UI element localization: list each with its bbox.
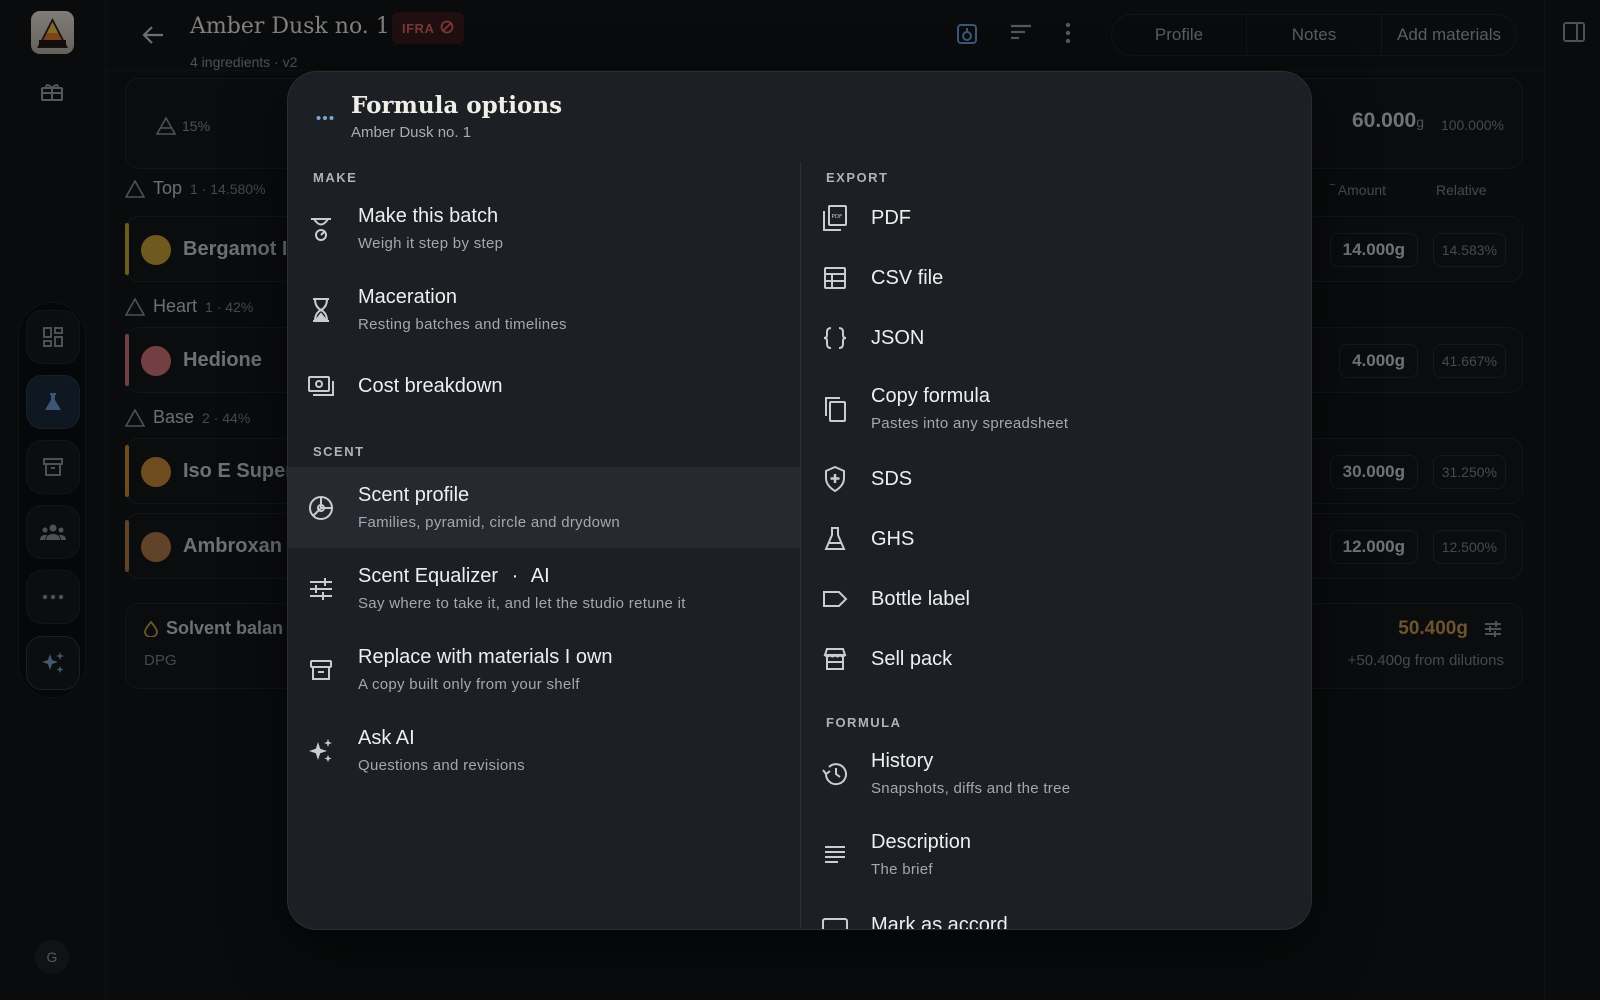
option-label: Ask AI (358, 727, 415, 749)
group-export-heading: EXPORT (826, 170, 889, 185)
export-ghs-option[interactable]: GHS (801, 509, 1311, 569)
maceration-option[interactable]: Maceration Resting batches and timelines (288, 269, 800, 350)
option-label: Replace with materials I own (358, 646, 613, 668)
pdf-icon: PDF (821, 204, 849, 232)
option-label: JSON (871, 326, 925, 349)
flask-icon (821, 525, 849, 553)
dialog-title: Formula options (351, 92, 563, 119)
option-label: Scent Equalizer · AI (358, 565, 550, 587)
option-description: Questions and revisions (358, 757, 525, 774)
option-label: SDS (871, 467, 913, 490)
option-description: Resting batches and timelines (358, 316, 567, 333)
option-description: Pastes into any spreadsheet (871, 415, 1069, 432)
option-description: The brief (871, 861, 933, 878)
ask-ai-option[interactable]: Ask AI Questions and revisions (288, 710, 800, 791)
option-label: GHS (871, 527, 915, 550)
option-label-text: Scent Equalizer (358, 565, 499, 587)
dialog-subtitle: Amber Dusk no. 1 (351, 124, 472, 141)
option-label: Cost breakdown (358, 374, 503, 397)
cost-breakdown-option[interactable]: Cost breakdown (288, 350, 800, 422)
scent-equalizer-option[interactable]: Scent Equalizer · AI Say where to take i… (288, 548, 800, 629)
option-label: Mark as accord (871, 913, 1008, 930)
option-description: A copy built only from your shelf (358, 676, 580, 693)
option-label: Bottle label (871, 587, 970, 610)
option-label: CSV file (871, 266, 944, 289)
accord-icon (821, 911, 849, 929)
more-horizontal-icon (316, 108, 334, 126)
svg-text:PDF: PDF (832, 214, 843, 220)
option-label: Sell pack (871, 647, 953, 670)
bottle-label-option[interactable]: Bottle label (801, 569, 1311, 629)
history-icon (821, 760, 849, 788)
option-label: Make this batch (358, 205, 499, 227)
export-json-option[interactable]: JSON (801, 308, 1311, 368)
equalizer-icon (307, 575, 335, 603)
shield-icon (821, 465, 849, 493)
option-label: Copy formula (871, 385, 990, 407)
store-icon (821, 645, 849, 673)
option-description: Weigh it step by step (358, 235, 504, 252)
replace-materials-option[interactable]: Replace with materials I own A copy buil… (288, 629, 800, 710)
option-description: Families, pyramid, circle and drydown (358, 514, 621, 531)
make-batch-option[interactable]: Make this batch Weigh it step by step (288, 188, 800, 269)
sell-pack-option[interactable]: Sell pack (801, 629, 1311, 689)
option-label: History (871, 750, 934, 772)
copy-formula-option[interactable]: Copy formula Pastes into any spreadsheet (801, 368, 1311, 449)
option-label: Description (871, 831, 972, 853)
scent-profile-option[interactable]: Scent profile Families, pyramid, circle … (288, 467, 800, 548)
export-csv-option[interactable]: CSV file (801, 248, 1311, 308)
group-scent-heading: SCENT (313, 444, 365, 459)
option-label: PDF (871, 206, 911, 229)
group-formula-heading: FORMULA (826, 715, 902, 730)
scent-wheel-icon (307, 494, 335, 522)
braces-icon (821, 324, 849, 352)
formula-options-dialog: Formula options Amber Dusk no. 1 MAKE Ma… (287, 71, 1312, 930)
sparkle-icon (307, 737, 335, 765)
options-left-column: MAKE Make this batch Weigh it step by st… (288, 170, 800, 791)
lines-icon (821, 841, 849, 869)
mark-as-accord-option[interactable]: Mark as accord (801, 895, 1311, 930)
cash-icon (307, 372, 335, 400)
scale-icon (307, 215, 335, 243)
history-option[interactable]: History Snapshots, diffs and the tree (801, 733, 1311, 814)
export-pdf-option[interactable]: PDF PDF (801, 188, 1311, 248)
hourglass-icon (307, 296, 335, 324)
option-description: Say where to take it, and let the studio… (358, 595, 686, 612)
description-option[interactable]: Description The brief (801, 814, 1311, 895)
copy-icon (821, 395, 849, 423)
option-label: Scent profile (358, 484, 470, 506)
options-right-column: EXPORT PDF PDF CSV file JSON Copy formul… (801, 170, 1311, 930)
ai-tag: AI (530, 565, 550, 587)
label-icon (821, 585, 849, 613)
table-icon (821, 264, 849, 292)
group-make-heading: MAKE (313, 170, 358, 185)
option-label: Maceration (358, 286, 457, 308)
archive-icon (307, 656, 335, 684)
option-description: Snapshots, diffs and the tree (871, 780, 1071, 797)
export-sds-option[interactable]: SDS (801, 449, 1311, 509)
